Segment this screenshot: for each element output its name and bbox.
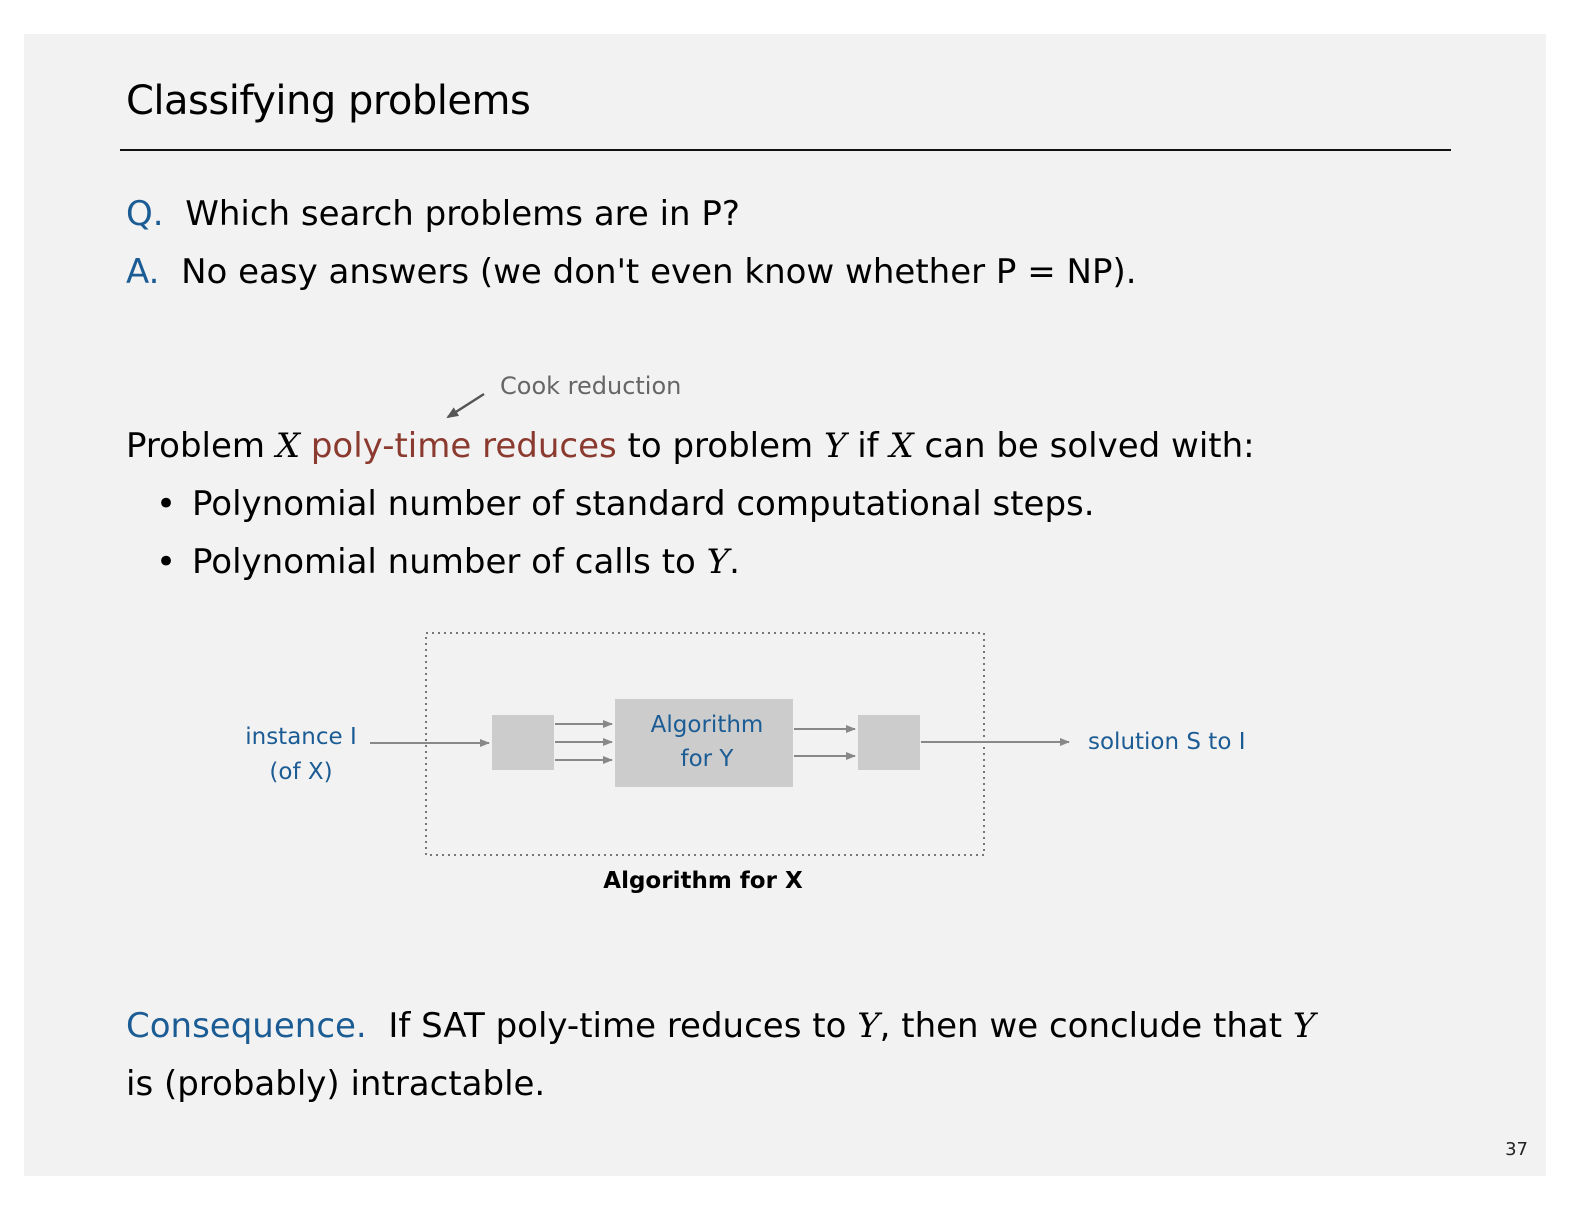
input-label-1: instance I: [245, 724, 357, 750]
output-label: solution S to I: [1088, 729, 1246, 755]
cook-reduction-arrow: [446, 392, 485, 419]
algorithm-y-label-1: Algorithm: [651, 712, 764, 738]
postprocess-box: [858, 715, 920, 770]
preprocess-box: [492, 715, 554, 770]
reduction-diagram: Algorithm for Y instance I (of X) soluti…: [245, 392, 1246, 894]
algorithm-y-label-2: for Y: [681, 746, 735, 772]
input-label-2: (of X): [269, 759, 332, 785]
algorithm-x-caption: Algorithm for X: [603, 868, 803, 894]
